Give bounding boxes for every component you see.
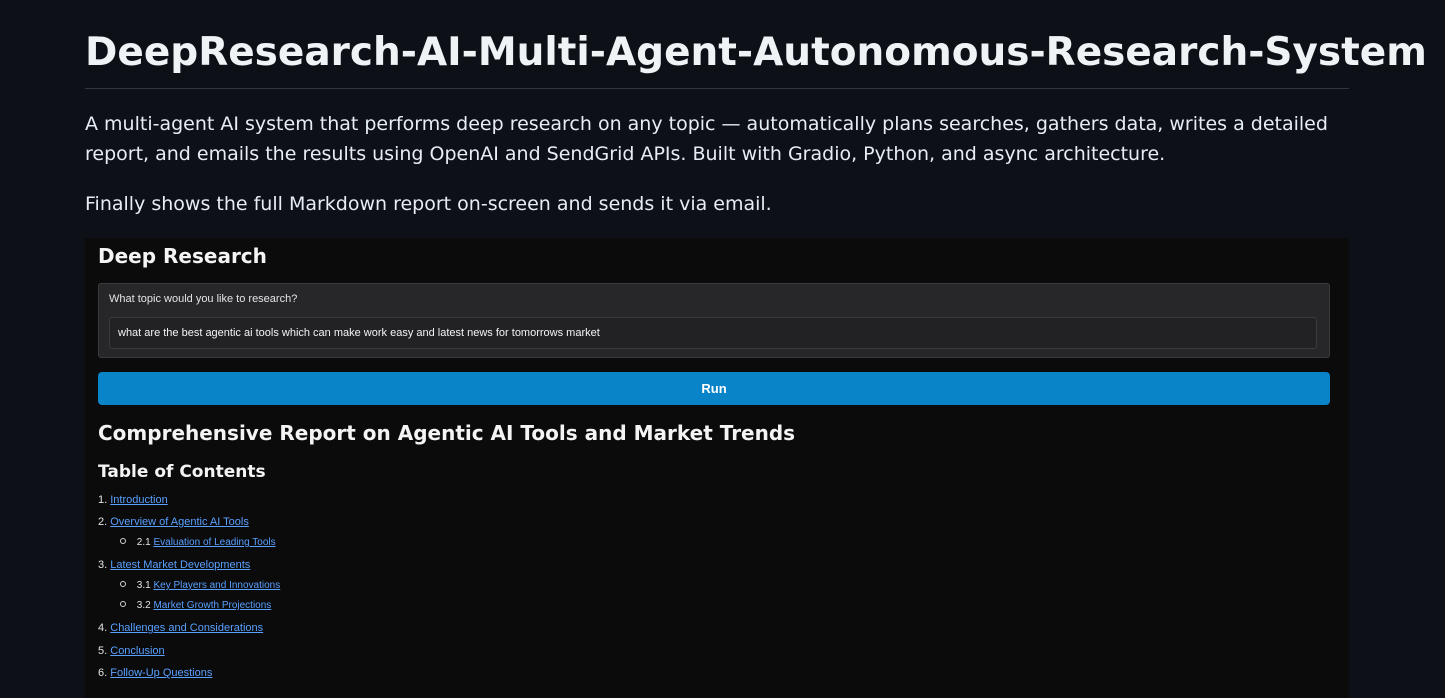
toc-number: 2.	[98, 516, 108, 528]
toc-heading: Table of Contents	[98, 462, 266, 482]
gradio-app: Deep Research What topic would you like …	[85, 238, 1349, 698]
toc-link-growth-projections[interactable]: Market Growth Projections	[153, 600, 271, 611]
readme-title: DeepResearch-AI-Multi-Agent-Autonomous-R…	[85, 0, 1427, 89]
toc-number: 3.1	[136, 580, 151, 591]
toc-number: 6.	[98, 667, 108, 679]
readme-description: A multi-agent AI system that performs de…	[85, 113, 1328, 165]
app-title: Deep Research	[98, 244, 267, 268]
toc-link-challenges[interactable]: Challenges and Considerations	[110, 622, 263, 634]
readme-note: Finally shows the full Markdown report o…	[85, 193, 772, 215]
toc-link-conclusion[interactable]: Conclusion	[110, 645, 164, 657]
toc-item: 2. Overview of Agentic AI Tools	[98, 515, 249, 529]
readme: DeepResearch-AI-Multi-Agent-Autonomous-R…	[85, 0, 1427, 219]
toc-subitem: 3.2 Market Growth Projections	[120, 599, 271, 613]
toc-number: 3.2	[136, 600, 151, 611]
bullet-icon	[120, 538, 126, 545]
toc-link-overview[interactable]: Overview of Agentic AI Tools	[110, 516, 249, 528]
toc-item: 5. Conclusion	[98, 644, 165, 658]
toc-link-introduction[interactable]: Introduction	[110, 494, 167, 506]
toc-number: 3.	[98, 559, 108, 571]
toc-item: 6. Follow-Up Questions	[98, 666, 212, 680]
toc-link-evaluation[interactable]: Evaluation of Leading Tools	[153, 537, 275, 548]
toc-number: 2.1	[136, 537, 151, 548]
topic-label: What topic would you like to research?	[109, 293, 298, 305]
report-heading: Comprehensive Report on Agentic AI Tools…	[98, 421, 796, 445]
bullet-icon	[120, 601, 126, 608]
toc-link-market-developments[interactable]: Latest Market Developments	[110, 559, 250, 571]
toc-number: 4.	[98, 622, 108, 634]
toc-subitem: 3.1 Key Players and Innovations	[120, 579, 280, 593]
topic-input[interactable]	[109, 317, 1317, 349]
toc-item: 1. Introduction	[98, 493, 168, 507]
toc-link-follow-up[interactable]: Follow-Up Questions	[110, 667, 212, 679]
bullet-icon	[120, 581, 126, 588]
toc-subitem: 2.1 Evaluation of Leading Tools	[120, 536, 276, 550]
topic-field-block: What topic would you like to research?	[98, 283, 1330, 358]
toc-link-key-players[interactable]: Key Players and Innovations	[153, 580, 280, 591]
toc-number: 1.	[98, 494, 108, 506]
toc-number: 5.	[98, 645, 108, 657]
toc-item: 4. Challenges and Considerations	[98, 621, 263, 635]
toc-item: 3. Latest Market Developments	[98, 558, 250, 572]
run-button[interactable]: Run	[98, 372, 1330, 405]
